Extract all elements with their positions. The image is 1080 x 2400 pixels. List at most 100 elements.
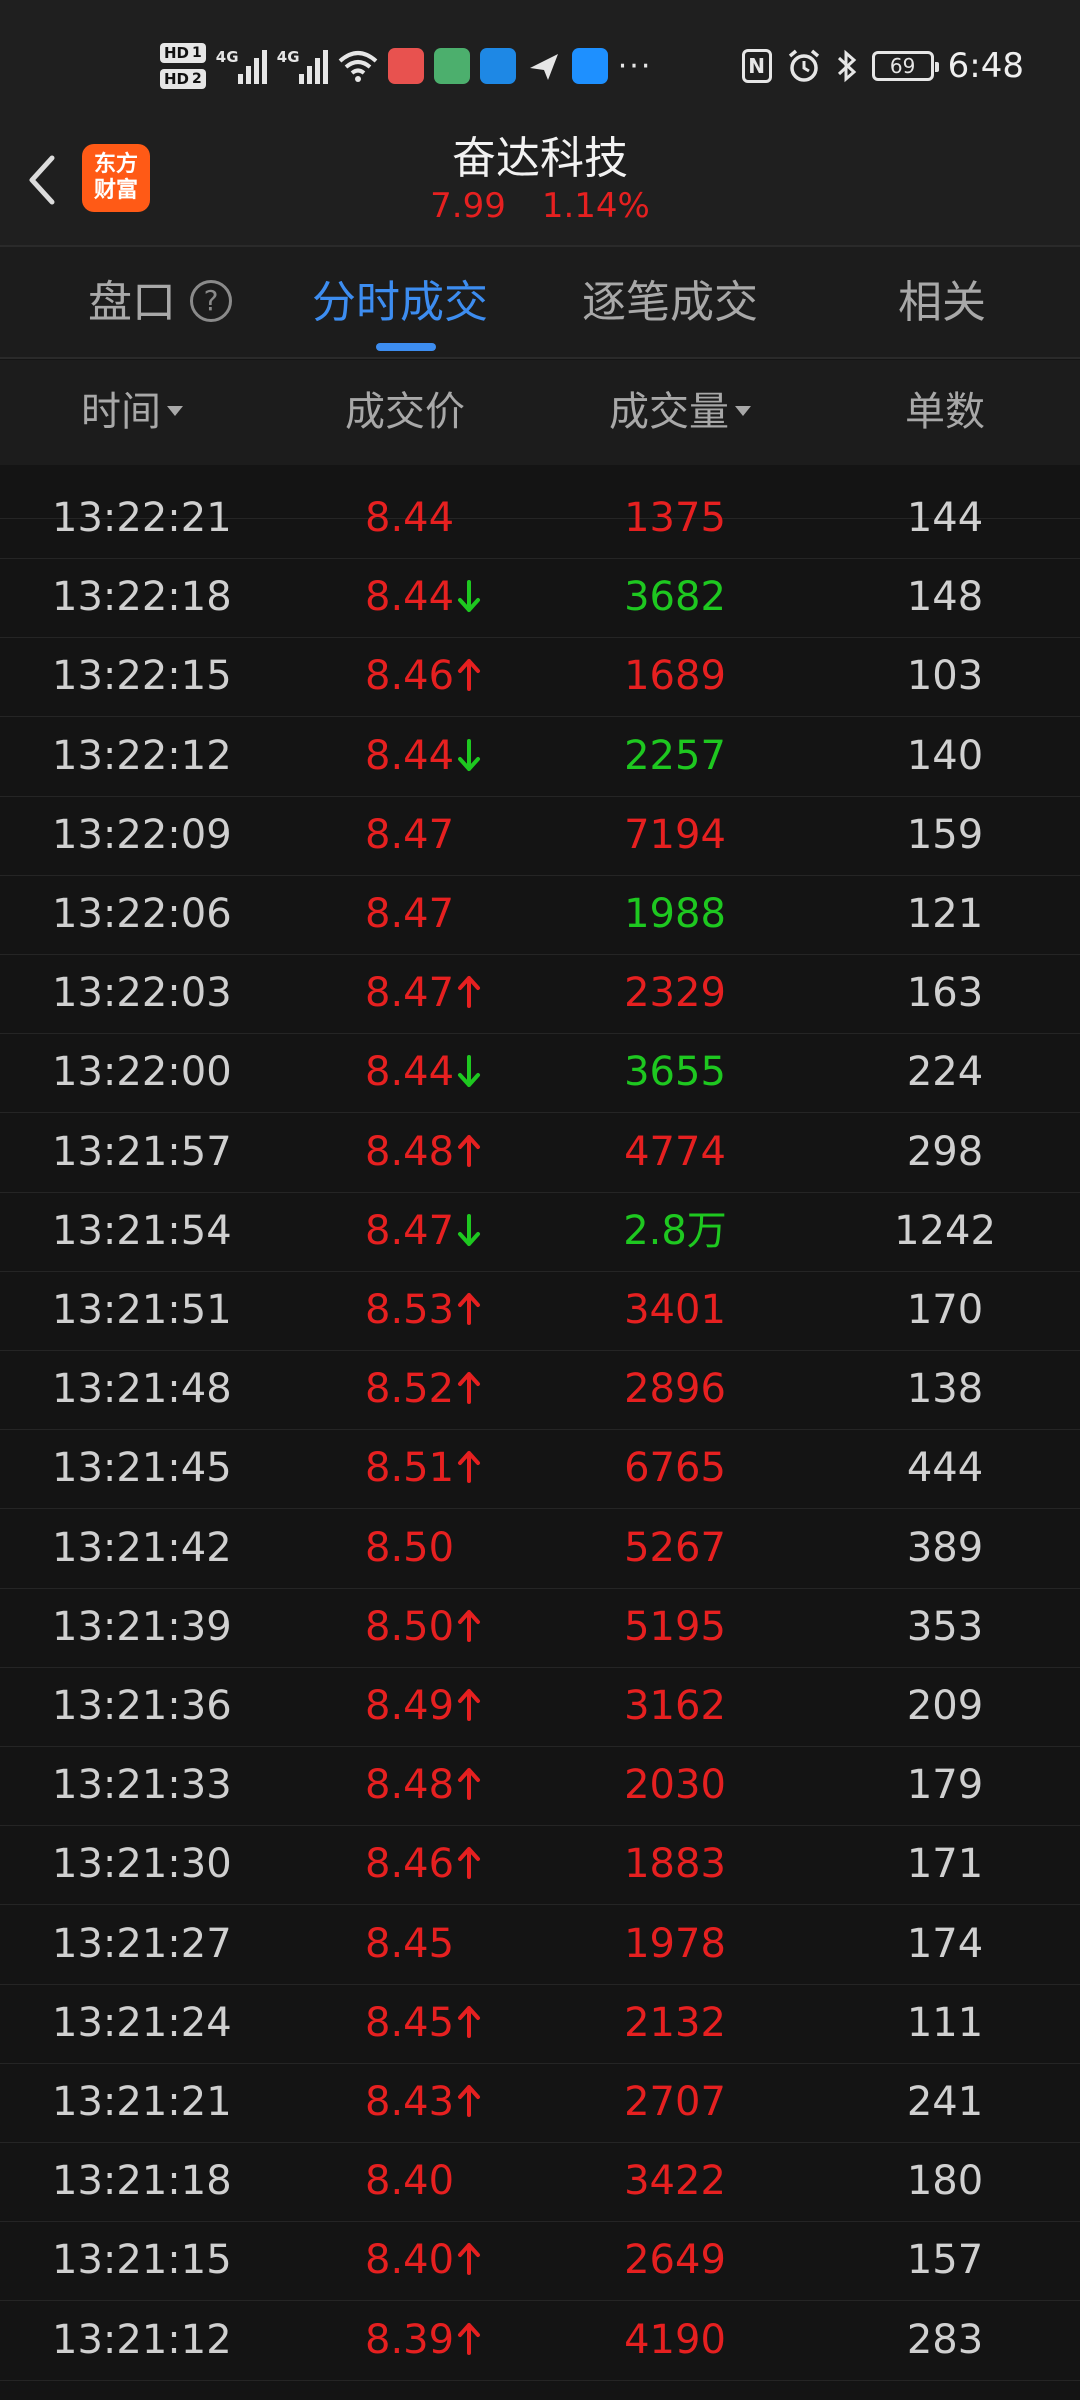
table-row[interactable]: 13:22:21 8.44 1375 144 [0, 479, 1080, 559]
help-icon[interactable]: ? [190, 280, 232, 322]
trade-price: 8.48 [365, 1128, 455, 1175]
table-row[interactable]: 13:21:36 8.49 3162 209 [0, 1667, 1080, 1747]
table-row[interactable]: 13:21:15 8.40 2649 157 [0, 2221, 1080, 2302]
table-row[interactable]: 13:21:48 8.52 2896 138 [0, 1350, 1080, 1431]
table-row[interactable]: 13:22:06 8.47 1988 121 [0, 875, 1080, 955]
table-row[interactable]: 13:22:09 8.47 7194 159 [0, 796, 1080, 876]
trade-price: 8.47 [365, 811, 455, 858]
trade-price-cell: 8.51 [365, 1429, 565, 1508]
table-row[interactable]: 13:21:42 8.50 5267 389 [0, 1509, 1080, 1589]
trade-volume: 3682 [624, 574, 726, 621]
table-row[interactable]: 13:22:12 8.44 2257 140 [0, 717, 1080, 797]
tab-label: 相关 [898, 277, 986, 328]
table-row[interactable]: 13:22:18 8.44 3682 148 [0, 558, 1080, 639]
table-row[interactable]: 13:21:21 8.43 2707 241 [0, 2063, 1080, 2143]
tab-order-book[interactable]: 盘口? [88, 247, 232, 357]
table-row[interactable]: 13:22:15 8.46 1689 103 [0, 637, 1080, 718]
trade-volume: 3401 [624, 1287, 726, 1333]
arrow-up-icon [458, 1768, 481, 1801]
trade-price: 8.40 [365, 2237, 455, 2284]
trade-volume: 1883 [624, 1841, 726, 1888]
column-header-time-label: 时间 [81, 389, 161, 435]
trade-time: 13:21:39 [52, 1603, 232, 1650]
trade-price: 8.44 [365, 1049, 455, 1096]
trade-price: 8.50 [365, 1524, 455, 1571]
game-app-icon [433, 48, 470, 84]
arrow-up-icon [458, 2243, 481, 2276]
trade-order-count: 389 [906, 1524, 984, 1571]
trade-order-count: 1242 [894, 1207, 996, 1254]
table-row[interactable]: 13:21:51 8.53 3401 170 [0, 1271, 1080, 1351]
table-row[interactable]: 13:21:54 8.47 2.8万 1242 [0, 1192, 1080, 1272]
trade-time: 13:21:18 [52, 2158, 232, 2205]
tab-related[interactable]: 相关 [898, 247, 986, 357]
trade-time: 13:21:27 [52, 1920, 232, 1967]
trade-time: 13:22:12 [52, 732, 232, 779]
trade-volume: 2030 [624, 1762, 726, 1809]
table-row[interactable]: 13:21:45 8.51 6765 444 [0, 1429, 1080, 1510]
trade-price: 8.47 [365, 970, 455, 1017]
trade-price-cell: 8.45 [365, 1984, 565, 2063]
trade-volume: 2132 [624, 1999, 726, 2046]
tab-bar: 盘口? 分时成交 逐笔成交 相关 [0, 247, 1080, 359]
table-row[interactable]: 13:21:39 8.50 5195 353 [0, 1588, 1080, 1668]
trade-volume: 1978 [624, 1920, 726, 1967]
tab-tick-trades[interactable]: 逐笔成交 [582, 247, 758, 357]
trade-price-cell: 8.40 [365, 2221, 565, 2300]
trade-volume: 3422 [624, 2158, 726, 2205]
status-left-group: HD 1 HD 2 4G 4G ··· [160, 38, 652, 94]
arrow-up-icon [458, 976, 481, 1009]
trade-price: 8.39 [365, 2316, 455, 2363]
tab-minute-trades[interactable]: 分时成交 [312, 247, 488, 357]
trade-order-count: 157 [906, 2237, 984, 2284]
stock-quote: 7.99 1.14% [0, 186, 1080, 226]
arrow-up-icon [458, 1689, 481, 1721]
navigation-app-icon [479, 48, 516, 84]
column-header-volume[interactable]: 成交量 [580, 360, 780, 465]
trade-price-cell: 8.50 [365, 1588, 565, 1667]
trade-order-count: 171 [906, 1841, 984, 1888]
trade-price: 8.47 [365, 891, 455, 937]
signal-strength-icon: 4G [216, 48, 267, 84]
active-tab-indicator [376, 343, 436, 351]
trade-volume: 1375 [624, 495, 726, 541]
column-header-row: 时间 成交价 成交量 单数 [0, 360, 1080, 465]
trade-order-count: 224 [906, 1049, 984, 1096]
table-row[interactable]: 13:21:33 8.48 2030 179 [0, 1746, 1080, 1827]
trade-price-cell: 8.47 [365, 796, 565, 875]
arrow-up-icon [458, 1451, 481, 1484]
table-row[interactable]: 13:21:27 8.45 1978 174 [0, 1905, 1080, 1985]
trade-time: 13:21:12 [52, 2316, 232, 2363]
table-row[interactable]: 13:21:18 8.40 3422 180 [0, 2142, 1080, 2223]
battery-icon: 69 [871, 51, 939, 81]
trade-price-cell: 8.46 [365, 1825, 565, 1904]
table-row[interactable]: 13:22:00 8.44 3655 224 [0, 1033, 1080, 1114]
trade-order-count: 140 [906, 732, 984, 779]
trade-time: 13:21:42 [52, 1524, 232, 1571]
arrow-up-icon [458, 1372, 481, 1405]
arrow-up-icon [458, 659, 481, 692]
stock-header: 东方 财富 奋达科技 7.99 1.14% [0, 110, 1080, 247]
trade-list[interactable]: 13:22:21 8.44 1375 144 13:22:18 8.44 3682 148 13… [0, 465, 1080, 2400]
sort-caret-icon [735, 406, 751, 416]
table-row[interactable]: 13:21:57 8.48 4774 298 [0, 1113, 1080, 1193]
trade-order-count: 138 [906, 1366, 984, 1413]
trade-order-count: 209 [906, 1683, 984, 1729]
arrow-down-icon [458, 738, 481, 771]
table-row[interactable]: 13:21:30 8.46 1883 171 [0, 1825, 1080, 1906]
arrow-up-icon [458, 1609, 481, 1642]
trade-price-cell: 8.46 [365, 637, 565, 716]
trade-time: 13:22:15 [52, 653, 232, 700]
table-row[interactable]: 13:21:24 8.45 2132 111 [0, 1984, 1080, 2064]
column-header-time[interactable]: 时间 [52, 360, 212, 465]
trade-order-count: 179 [906, 1762, 984, 1809]
arrow-down-icon [458, 580, 481, 613]
trade-volume: 4190 [624, 2316, 726, 2363]
more-notifications-icon: ··· [617, 48, 653, 84]
trade-time: 13:22:00 [52, 1049, 232, 1096]
table-row[interactable]: 13:22:03 8.47 2329 163 [0, 954, 1080, 1035]
table-row[interactable]: 13:21:12 8.39 4190 283 [0, 2301, 1080, 2381]
column-header-volume-label: 成交量 [609, 389, 729, 435]
trade-time: 13:21:30 [52, 1841, 232, 1888]
trade-order-count: 148 [906, 574, 984, 621]
